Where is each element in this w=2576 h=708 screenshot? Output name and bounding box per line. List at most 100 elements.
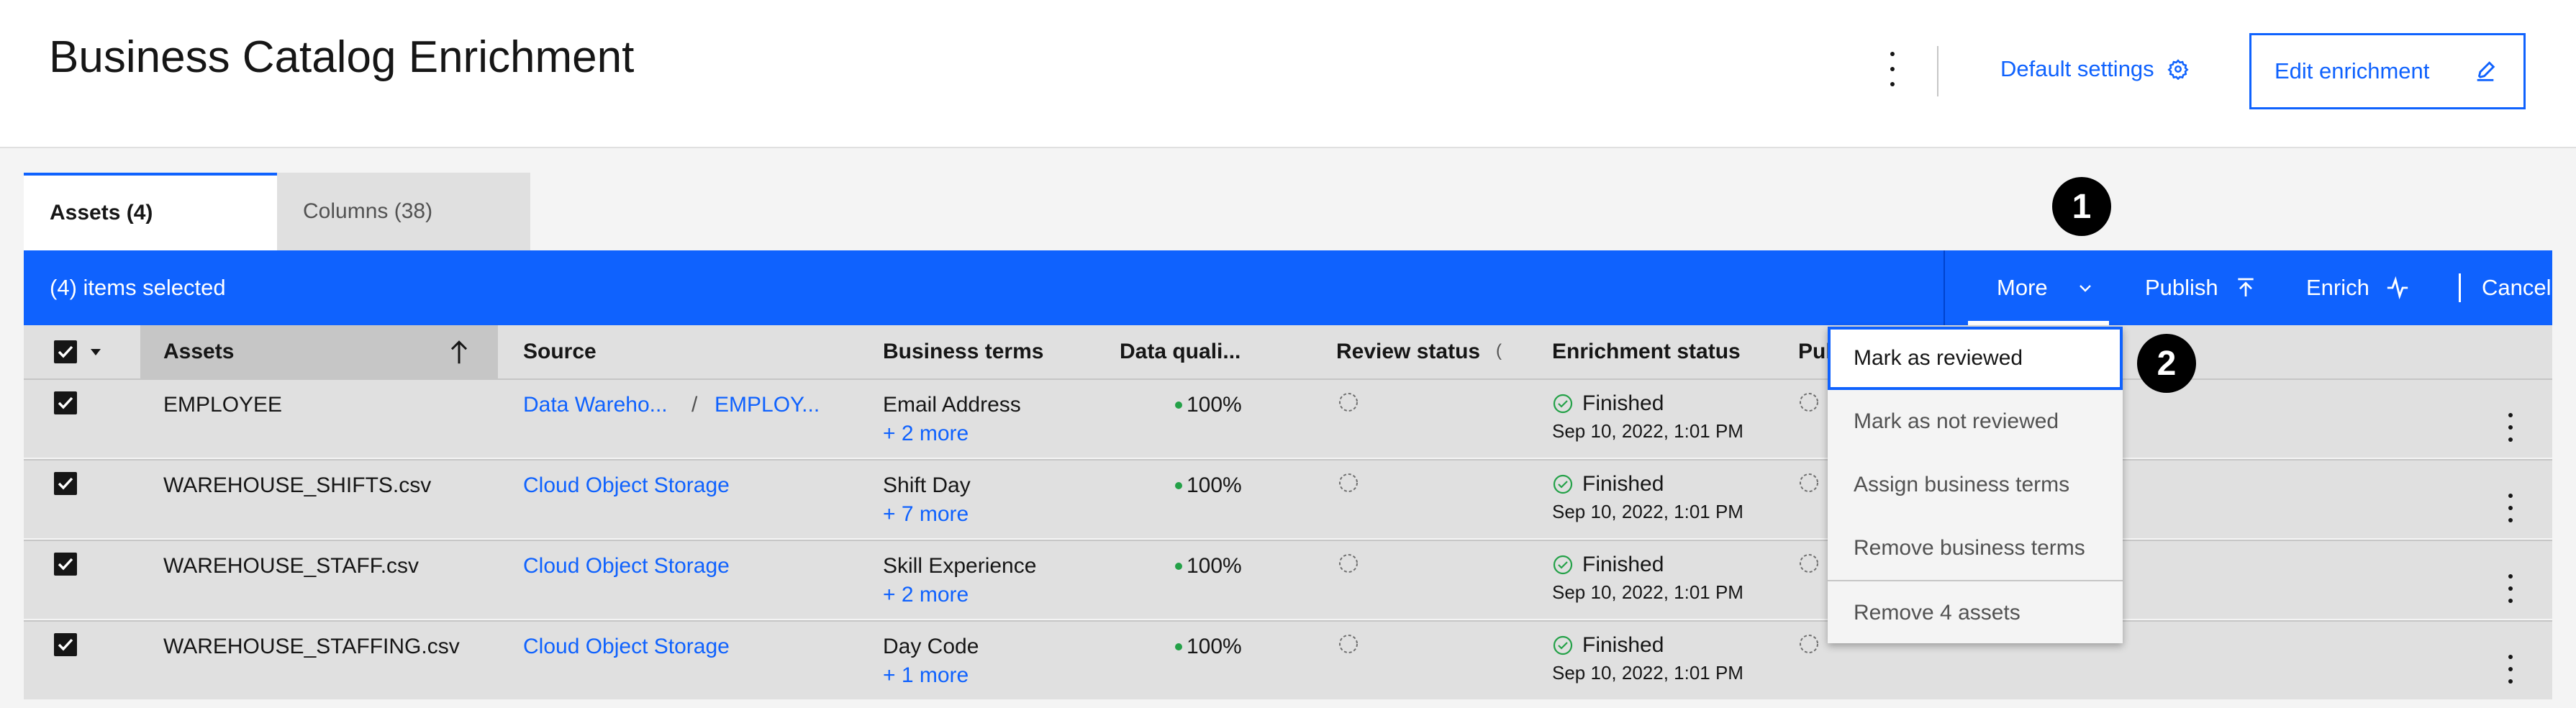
caret-down-icon[interactable] bbox=[89, 345, 103, 358]
row-checkbox[interactable] bbox=[54, 553, 77, 576]
more-terms-link[interactable]: + 2 more bbox=[883, 583, 969, 607]
business-term: Shift Day bbox=[883, 473, 971, 497]
more-terms-link[interactable]: + 1 more bbox=[883, 663, 969, 688]
checkmark-icon bbox=[58, 396, 73, 409]
data-quality: 100% bbox=[1175, 635, 1242, 659]
edit-enrichment-label: Edit enrichment bbox=[2275, 58, 2430, 83]
business-term: Day Code bbox=[883, 635, 979, 658]
more-button[interactable]: More bbox=[1968, 250, 2109, 325]
row-overflow-menu-icon[interactable] bbox=[2503, 574, 2518, 603]
column-header-review-status[interactable]: Review status bbox=[1336, 340, 1480, 364]
selected-count: (4) items selected bbox=[50, 275, 226, 300]
check-circle-icon bbox=[1553, 555, 1573, 575]
enrichment-date: Sep 10, 2022, 1:01 PM bbox=[1552, 662, 1743, 684]
arrow-up-icon[interactable] bbox=[448, 338, 470, 366]
pending-circle-icon bbox=[1800, 473, 1818, 492]
column-resize-handle[interactable]: ( bbox=[1496, 341, 1502, 361]
enrichment-date: Sep 10, 2022, 1:01 PM bbox=[1552, 420, 1743, 442]
menu-item-mark-not-reviewed[interactable]: Mark as not reviewed bbox=[1828, 390, 2123, 453]
enrichment-status: Finished Sep 10, 2022, 1:01 PM bbox=[1552, 553, 1768, 604]
row-checkbox[interactable] bbox=[54, 391, 77, 414]
source-link[interactable]: Cloud Object Storage bbox=[523, 635, 730, 659]
source-link[interactable]: Data Wareho... bbox=[523, 393, 668, 417]
row-overflow-menu-icon[interactable] bbox=[2503, 413, 2518, 442]
checkmark-icon bbox=[58, 477, 73, 490]
business-term: Skill Experience bbox=[883, 554, 1037, 578]
header-divider bbox=[1937, 46, 1938, 96]
source-link[interactable]: Cloud Object Storage bbox=[523, 473, 730, 498]
table-row[interactable]: WAREHOUSE_STAFFING.csv Cloud Object Stor… bbox=[24, 620, 2552, 699]
enrichment-status-text: Finished bbox=[1582, 633, 1664, 657]
enrichment-date: Sep 10, 2022, 1:01 PM bbox=[1552, 501, 1743, 522]
enrichment-date: Sep 10, 2022, 1:01 PM bbox=[1552, 581, 1743, 603]
column-header-source[interactable]: Source bbox=[523, 340, 597, 364]
asset-name[interactable]: WAREHOUSE_SHIFTS.csv bbox=[163, 473, 431, 498]
pencil-icon bbox=[2477, 61, 2495, 81]
column-header-publish[interactable]: Pul bbox=[1798, 340, 1832, 364]
data-quality-value: 100% bbox=[1187, 635, 1242, 658]
enrichment-status: Finished Sep 10, 2022, 1:01 PM bbox=[1552, 391, 1768, 442]
menu-item-assign-terms[interactable]: Assign business terms bbox=[1828, 453, 2123, 517]
column-header-business-terms[interactable]: Business terms bbox=[883, 340, 1043, 364]
enrichment-status: Finished Sep 10, 2022, 1:01 PM bbox=[1552, 472, 1768, 523]
pending-circle-icon bbox=[1800, 393, 1818, 412]
enrich-label: Enrich bbox=[2306, 275, 2369, 300]
source-link[interactable]: Cloud Object Storage bbox=[523, 554, 730, 578]
data-quality: 100% bbox=[1175, 393, 1242, 417]
more-terms-link[interactable]: + 2 more bbox=[883, 422, 969, 446]
status-dot-icon bbox=[1175, 401, 1182, 409]
row-overflow-menu-icon[interactable] bbox=[2503, 655, 2518, 684]
business-term: Email Address bbox=[883, 393, 1021, 417]
enrichment-status: Finished Sep 10, 2022, 1:01 PM bbox=[1552, 633, 1768, 684]
overflow-menu-icon[interactable] bbox=[1881, 52, 1904, 86]
tab-assets[interactable]: Assets (4) bbox=[24, 173, 277, 250]
column-header-enrichment-status[interactable]: Enrichment status bbox=[1552, 340, 1741, 364]
pending-circle-icon bbox=[1339, 635, 1358, 653]
row-overflow-menu-icon[interactable] bbox=[2503, 494, 2518, 522]
asset-name[interactable]: EMPLOYEE bbox=[163, 393, 282, 417]
enrich-button[interactable]: Enrich bbox=[2306, 275, 2410, 301]
source-separator: / bbox=[691, 393, 698, 417]
status-dot-icon bbox=[1175, 643, 1182, 650]
data-quality-value: 100% bbox=[1187, 393, 1242, 417]
pending-circle-icon bbox=[1339, 554, 1358, 573]
row-checkbox[interactable] bbox=[54, 633, 77, 656]
more-terms-link[interactable]: + 7 more bbox=[883, 502, 969, 527]
row-checkbox[interactable] bbox=[54, 472, 77, 495]
menu-item-remove-assets[interactable]: Remove 4 assets bbox=[1828, 581, 2123, 645]
checkmark-icon bbox=[58, 558, 73, 571]
publish-label: Publish bbox=[2145, 275, 2218, 300]
source-link-secondary[interactable]: EMPLOY... bbox=[715, 393, 820, 417]
more-actions-menu: Mark as reviewed Mark as not reviewed As… bbox=[1828, 327, 2123, 643]
asset-name[interactable]: WAREHOUSE_STAFFING.csv bbox=[163, 635, 460, 659]
menu-item-remove-terms[interactable]: Remove business terms bbox=[1828, 517, 2123, 580]
pending-circle-icon bbox=[1800, 554, 1818, 573]
checkmark-icon bbox=[58, 638, 73, 651]
asset-name[interactable]: WAREHOUSE_STAFF.csv bbox=[163, 554, 419, 578]
enrichment-status-text: Finished bbox=[1582, 553, 1664, 576]
edit-enrichment-button[interactable]: Edit enrichment bbox=[2249, 33, 2526, 109]
data-quality: 100% bbox=[1175, 473, 1242, 498]
default-settings-label: Default settings bbox=[2000, 56, 2154, 81]
cancel-button[interactable]: Cancel bbox=[2482, 275, 2552, 301]
default-settings-link[interactable]: Default settings bbox=[2000, 56, 2189, 82]
pending-circle-icon bbox=[1339, 473, 1358, 492]
menu-item-mark-reviewed[interactable]: Mark as reviewed bbox=[1828, 327, 2123, 390]
publish-button[interactable]: Publish bbox=[2145, 275, 2257, 301]
check-circle-icon bbox=[1553, 635, 1573, 655]
tab-columns[interactable]: Columns (38) bbox=[277, 173, 530, 250]
column-header-data-quality[interactable]: Data quali... bbox=[1120, 340, 1241, 364]
more-label: More bbox=[1997, 275, 2048, 300]
batch-action-toolbar: (4) items selected More Publish Enrich C… bbox=[24, 250, 2552, 325]
toolbar-divider bbox=[1944, 250, 1945, 325]
enrichment-status-text: Finished bbox=[1582, 472, 1664, 496]
table-row[interactable]: WAREHOUSE_STAFF.csv Cloud Object Storage… bbox=[24, 540, 2552, 619]
check-circle-icon bbox=[1553, 394, 1573, 414]
page-header: Business Catalog Enrichment Default sett… bbox=[0, 0, 2576, 148]
select-all-checkbox[interactable] bbox=[54, 340, 77, 363]
column-header-assets[interactable]: Assets bbox=[163, 340, 234, 364]
page-title: Business Catalog Enrichment bbox=[49, 32, 635, 82]
chevron-down-icon bbox=[2080, 285, 2091, 292]
table-row[interactable]: WAREHOUSE_SHIFTS.csv Cloud Object Storag… bbox=[24, 459, 2552, 538]
checkmark-icon bbox=[58, 345, 73, 358]
